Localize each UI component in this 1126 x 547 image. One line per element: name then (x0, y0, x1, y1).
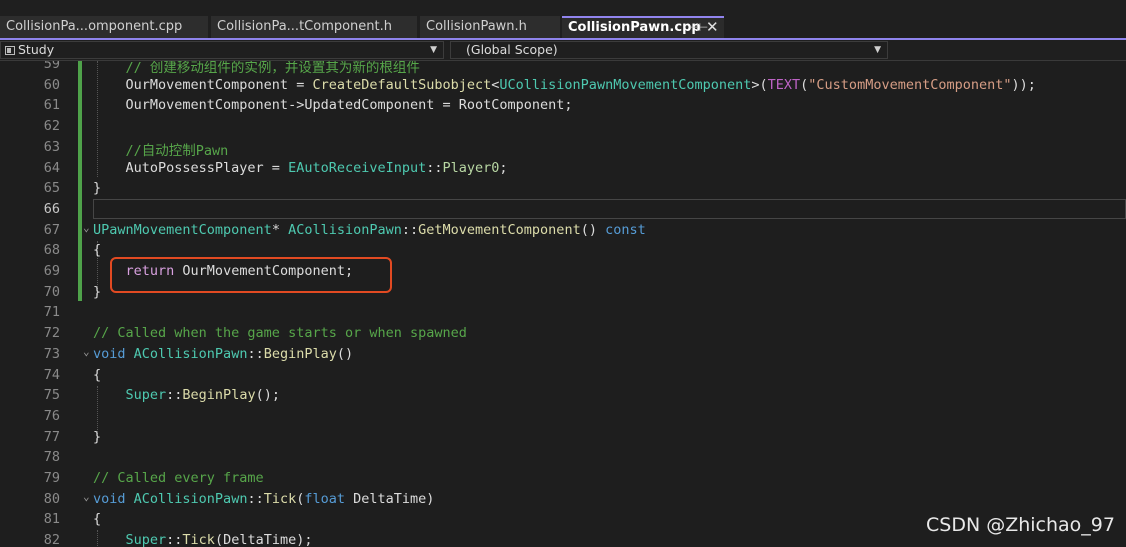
project-icon (5, 46, 15, 55)
code-line[interactable]: { (93, 242, 101, 258)
code-line[interactable]: OurMovementComponent = CreateDefaultSubo… (93, 77, 1036, 93)
fold-toggle-icon[interactable]: ⌄ (83, 345, 90, 358)
line-number: 71 (43, 304, 60, 321)
line-number: 68 (43, 242, 60, 259)
line-number: 74 (43, 366, 60, 383)
document-tab-strip: CollisionPa...omponent.cpp CollisionPa..… (0, 0, 1126, 39)
line-number: 82 (43, 532, 60, 547)
line-number: 72 (43, 325, 60, 342)
code-line[interactable]: // Called when the game starts or when s… (93, 325, 467, 341)
navigation-bar: Study ▼ (Global Scope) ▼ (0, 40, 1126, 61)
code-line[interactable]: void ACollisionPawn::BeginPlay() (93, 346, 353, 362)
line-number: 80 (43, 490, 60, 507)
code-line[interactable]: AutoPossessPlayer = EAutoReceiveInput::P… (93, 160, 508, 176)
line-number: 77 (43, 428, 60, 445)
line-number: 76 (43, 407, 60, 424)
line-number: 66 (43, 200, 60, 217)
line-number: 81 (43, 511, 60, 528)
code-line[interactable]: } (93, 429, 101, 445)
line-number: 75 (43, 387, 60, 404)
project-name: Study (18, 42, 55, 57)
line-number: 70 (43, 283, 60, 300)
line-number: 60 (43, 76, 60, 93)
fold-toggle-icon[interactable]: ⌄ (83, 490, 90, 503)
line-number: 59 (43, 61, 60, 72)
red-annotation-box (110, 257, 392, 293)
code-line[interactable]: void ACollisionPawn::Tick(float DeltaTim… (93, 491, 434, 507)
tab-collisionpawnmovementcomponent-cpp[interactable]: CollisionPa...omponent.cpp (0, 16, 208, 38)
close-icon[interactable]: ✕ (706, 18, 719, 37)
line-number: 62 (43, 118, 60, 135)
chevron-down-icon: ▼ (430, 45, 437, 55)
tab-label: CollisionPa...tComponent.h (217, 19, 393, 34)
watermark: CSDN @Zhichao_97 (926, 514, 1115, 536)
scope-dropdown[interactable]: (Global Scope) ▼ (450, 41, 888, 59)
line-number: 64 (43, 159, 60, 176)
line-number: 61 (43, 97, 60, 114)
tab-label: CollisionPawn.h (426, 19, 527, 34)
code-line[interactable]: // 创建移动组件的实例，并设置其为新的根组件 (93, 61, 420, 76)
line-number: 63 (43, 138, 60, 155)
line-number: 67 (43, 221, 60, 238)
chevron-down-icon: ▼ (874, 45, 881, 55)
code-editor[interactable]: 59 60 61 62 63 64 65 66 67 68 69 70 71 72 73 74 75 76 77 78… (0, 61, 1126, 547)
scope-name: (Global Scope) (466, 42, 558, 57)
line-number: 78 (43, 449, 60, 466)
code-line[interactable]: } (93, 180, 101, 196)
current-line-highlight (93, 199, 1126, 219)
tab-collisionpawn-h[interactable]: CollisionPawn.h (420, 16, 560, 38)
code-line[interactable]: { (93, 367, 101, 383)
tab-label: CollisionPa...omponent.cpp (6, 19, 183, 34)
code-line[interactable]: { (93, 511, 101, 527)
line-number: 79 (43, 470, 60, 486)
line-number: 65 (43, 180, 60, 197)
code-line[interactable]: //自动控制Pawn (93, 139, 229, 159)
line-number: 69 (43, 263, 60, 279)
tab-label: CollisionPawn.cpp (568, 20, 701, 35)
code-line[interactable]: } (93, 284, 101, 300)
tab-collisionpawn-cpp[interactable]: CollisionPawn.cpp ⊣⊢ ✕ (562, 16, 724, 38)
change-tracking-bar (78, 61, 82, 301)
tab-collisionpawnmovementcomponent-h[interactable]: CollisionPa...tComponent.h (211, 16, 417, 38)
fold-toggle-icon[interactable]: ⌄ (83, 221, 90, 234)
code-line[interactable]: // Called every frame (93, 470, 264, 486)
code-line[interactable]: Super::Tick(DeltaTime); (93, 532, 313, 547)
code-line[interactable]: Super::BeginPlay(); (93, 387, 280, 403)
project-dropdown[interactable]: Study ▼ (0, 41, 444, 59)
code-line[interactable]: UPawnMovementComponent* ACollisionPawn::… (93, 222, 646, 238)
line-number: 73 (43, 345, 60, 362)
code-line[interactable]: OurMovementComponent->UpdatedComponent =… (93, 97, 573, 113)
